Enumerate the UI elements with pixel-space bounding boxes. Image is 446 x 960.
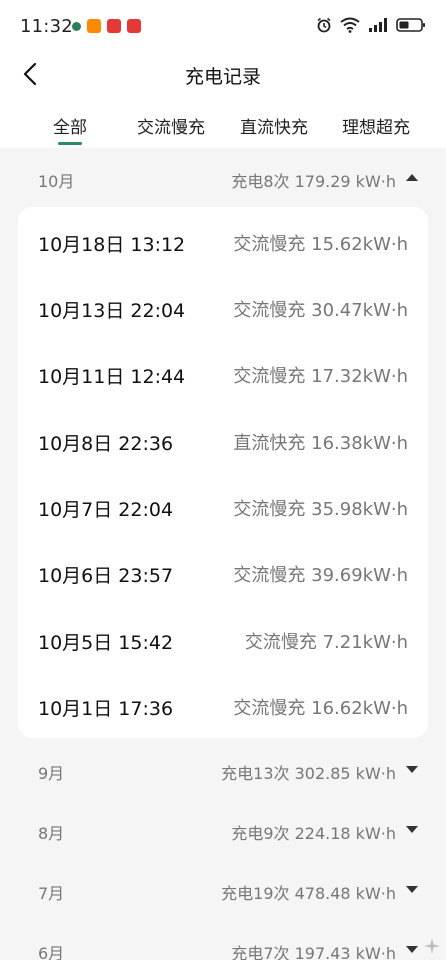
record-date: 10月7日 22:04 [38,499,174,521]
wifi-icon [340,17,360,33]
record-detail: 交流慢充 30.47kW·h [233,300,408,321]
charge-record-row[interactable]: 10月1日 17:36 交流慢充 16.62kW·h [18,672,428,738]
app-header: 充电记录 [0,52,446,96]
month-header-july[interactable]: 7月 充电19次 478.48 kW·h [0,860,446,920]
caret-down-icon[interactable] [406,946,418,953]
record-date: 10月8日 22:36 [38,433,174,455]
month-label: 10月 [38,172,75,191]
tab-li-supercharge[interactable]: 理想超充 [342,113,410,138]
charge-record-row[interactable]: 10月11日 12:44 交流慢充 17.32kW·h [18,340,428,406]
alarm-icon [317,17,331,33]
tab-all[interactable]: 全部 [53,113,87,138]
record-detail: 交流慢充 35.98kW·h [233,499,408,520]
caret-down-icon[interactable] [406,826,418,833]
record-date: 10月1日 17:36 [38,698,174,720]
month-summary: 充电8次 179.29 kW·h [231,172,396,191]
month-summary: 充电19次 478.48 kW·h [221,884,396,903]
record-detail: 交流慢充 16.62kW·h [233,698,408,719]
caret-down-icon[interactable] [406,766,418,773]
month-header-august[interactable]: 8月 充电9次 224.18 kW·h [0,800,446,860]
app-notification-icon [87,19,101,33]
month-summary: 充电13次 302.85 kW·h [221,764,396,783]
sparkle-icon [424,938,440,954]
charge-record-row[interactable]: 10月8日 22:36 直流快充 16.38kW·h [18,407,428,473]
month-label: 7月 [38,884,65,903]
month-header-october[interactable]: 10月 充电8次 179.29 kW·h [0,148,446,208]
charge-record-row[interactable]: 10月18日 13:12 交流慢充 15.62kW·h [18,208,428,274]
record-detail: 交流慢充 15.62kW·h [233,234,408,255]
app-notification-icon [72,21,81,31]
active-tab-indicator [58,142,82,145]
charge-record-row[interactable]: 10月6日 23:57 交流慢充 39.69kW·h [18,539,428,605]
status-time: 11:32 [20,16,73,37]
record-detail: 交流慢充 17.32kW·h [233,366,408,387]
charge-record-row[interactable]: 10月5日 15:42 交流慢充 7.21kW·h [18,606,428,672]
status-bar: 11:32 [0,0,446,52]
month-label: 8月 [38,824,65,843]
charge-record-row[interactable]: 10月7日 22:04 交流慢充 35.98kW·h [18,473,428,539]
record-detail: 交流慢充 7.21kW·h [244,632,408,653]
record-date: 10月5日 15:42 [38,632,174,654]
month-summary: 充电9次 224.18 kW·h [231,824,396,843]
page-title: 充电记录 [184,66,261,88]
caret-down-icon[interactable] [406,886,418,893]
battery-icon [396,18,425,32]
month-label: 9月 [38,764,65,783]
tab-ac-slow-charge[interactable]: 交流慢充 [137,113,205,138]
record-detail: 交流慢充 39.69kW·h [233,565,408,586]
records-card: 10月18日 13:12 交流慢充 15.62kW·h 10月13日 22:04… [18,207,428,738]
app-notification-icon [107,19,121,33]
record-date: 10月13日 22:04 [38,300,186,322]
month-header-september[interactable]: 9月 充电13次 302.85 kW·h [0,740,446,800]
record-detail: 直流快充 16.38kW·h [233,433,408,454]
record-date: 10月6日 23:57 [38,565,174,587]
record-date: 10月18日 13:12 [38,234,186,256]
caret-up-icon[interactable] [406,174,418,181]
record-date: 10月11日 12:44 [38,366,186,388]
charge-record-row[interactable]: 10月13日 22:04 交流慢充 30.47kW·h [18,274,428,340]
app-notification-icon [127,19,141,33]
filter-tabs: 全部 交流慢充 直流快充 理想超充 [0,96,446,148]
month-header-june[interactable]: 6月 充电7次 197.43 kW·h [0,920,446,960]
notification-icons [72,19,141,33]
tab-dc-fast-charge[interactable]: 直流快充 [240,113,308,138]
month-summary: 充电7次 197.43 kW·h [231,944,396,960]
month-label: 6月 [38,944,65,960]
signal-icon [369,18,387,32]
system-status-icons [316,17,426,33]
